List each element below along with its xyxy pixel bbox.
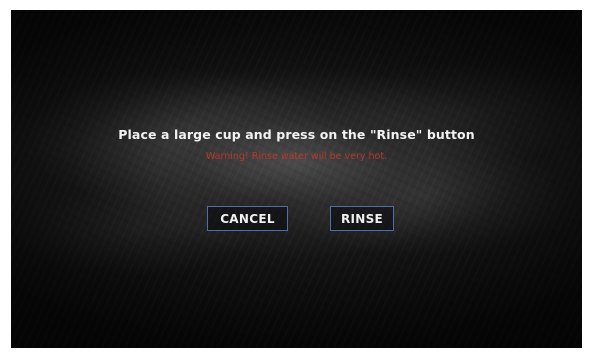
screenshot-frame: Place a large cup and press on the "Rins… (0, 0, 593, 358)
background-texture (11, 10, 582, 348)
hot-water-warning: Warning! Rinse water will be very hot. (205, 151, 388, 162)
background-vignette (11, 10, 582, 348)
cancel-button[interactable]: CANCEL (207, 206, 288, 231)
instruction-message: Place a large cup and press on the "Rins… (118, 127, 475, 142)
rinse-dialog-screen: Place a large cup and press on the "Rins… (11, 10, 582, 348)
rinse-button[interactable]: RINSE (330, 206, 394, 231)
